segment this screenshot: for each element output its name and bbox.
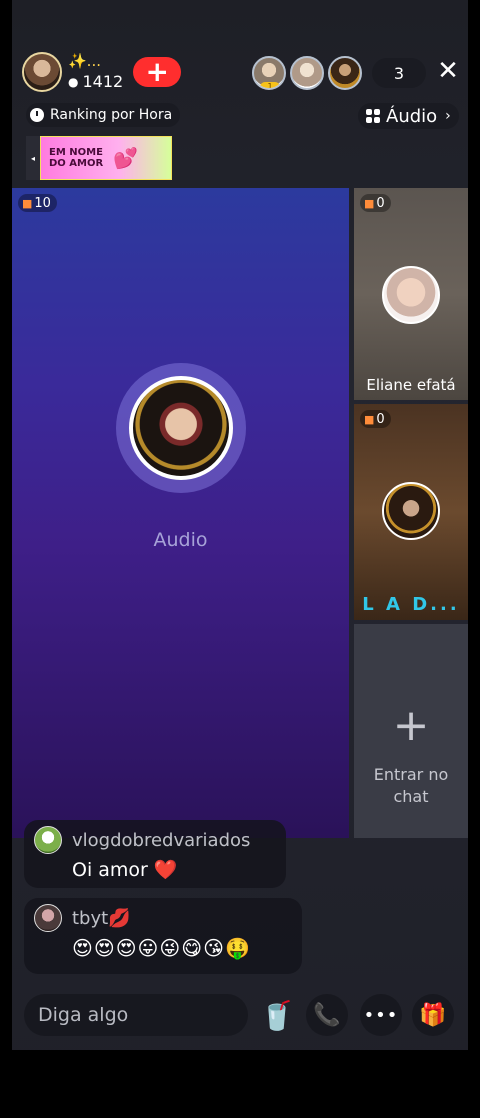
banner-collapse-icon[interactable]: ◂ — [26, 136, 40, 180]
main-stage[interactable]: ■ 10 Audio — [12, 188, 349, 838]
call-icon[interactable]: 📞 — [306, 994, 348, 1036]
gift-count: 0 — [376, 411, 385, 427]
chevron-right-icon: › — [445, 108, 451, 124]
join-chat-label: Entrar no chat — [373, 765, 449, 806]
guest-name: Eliane efatá — [366, 376, 456, 394]
host-name: ✨... — [68, 52, 101, 70]
chat-header: vlogdobredvariados — [34, 826, 274, 854]
chat-username[interactable]: tbyt💋 — [72, 908, 131, 929]
gift-count-badge: ■ 0 — [360, 410, 391, 428]
host-avatar[interactable] — [22, 52, 62, 92]
system-nav-area — [0, 1050, 480, 1118]
viewer-rank-badge: 1 — [260, 82, 280, 88]
host-info: ✨... ● 1412 — [68, 54, 123, 90]
audio-mode-label: Áudio — [386, 105, 438, 127]
chat-message[interactable]: tbyt💋 😍😍😍😛😜😋😘🤑 — [24, 898, 302, 974]
flame-icon: ● — [68, 75, 79, 89]
host-score-value: 1412 — [82, 72, 124, 91]
clock-icon — [30, 108, 44, 122]
close-button[interactable]: ✕ — [436, 56, 460, 86]
chat-message[interactable]: vlogdobredvariados Oi amor ❤️ — [24, 820, 286, 888]
viewer-avatar[interactable] — [328, 56, 362, 90]
viewer-list: 1 3 — [252, 56, 426, 90]
gift-icon[interactable]: 🎁 — [412, 994, 454, 1036]
guest-avatar[interactable] — [382, 482, 440, 540]
live-room: ✨... ● 1412 + 1 3 ✕ Ranking por Hora Áud… — [12, 0, 468, 1118]
event-banner[interactable]: ◂ EM NOME DO AMOR 💕 — [26, 136, 174, 180]
guest-avatar[interactable] — [382, 266, 440, 324]
ranking-button[interactable]: Ranking por Hora — [26, 103, 181, 127]
gift-count: 0 — [376, 195, 385, 211]
follow-button[interactable]: + — [133, 57, 182, 87]
gift-count: 10 — [34, 195, 51, 211]
chat-header: tbyt💋 — [34, 904, 290, 932]
host-score: ● 1412 — [68, 74, 123, 90]
stage-mode-label: Audio — [153, 529, 208, 551]
hearts-icon: 💕 — [113, 146, 138, 170]
chat-text: Oi amor ❤️ — [72, 859, 178, 881]
plus-icon: + — [392, 700, 430, 751]
ranking-label: Ranking por Hora — [50, 107, 173, 123]
viewer-avatar[interactable] — [290, 56, 324, 90]
viewer-avatar[interactable]: 1 — [252, 56, 286, 90]
viewer-count[interactable]: 3 — [372, 58, 426, 88]
grid-icon — [366, 109, 380, 123]
gift-icon: ■ — [22, 196, 33, 210]
chat-username[interactable]: vlogdobredvariados — [72, 830, 250, 851]
guest-slot[interactable]: ■ 0 L A D... — [354, 404, 468, 620]
main-avatar-ring[interactable] — [116, 363, 246, 493]
guest-name: L A D... — [362, 594, 460, 615]
gift-count-badge: ■ 10 — [18, 194, 57, 212]
promo-banner[interactable]: EM NOME DO AMOR 💕 — [40, 136, 172, 180]
drink-icon[interactable]: 🥤 — [256, 994, 298, 1036]
chat-avatar[interactable] — [34, 904, 62, 932]
gift-icon: ■ — [364, 412, 375, 426]
more-icon[interactable]: ••• — [360, 994, 402, 1036]
join-chat-slot[interactable]: + Entrar no chat — [354, 624, 468, 838]
gift-icon: ■ — [364, 196, 375, 210]
chat-input[interactable]: Diga algo — [24, 994, 248, 1036]
promo-text: EM NOME DO AMOR — [49, 146, 104, 170]
chat-text: 😍😍😍😛😜😋😘🤑 — [72, 936, 251, 960]
main-avatar[interactable] — [129, 376, 233, 480]
chat-avatar[interactable] — [34, 826, 62, 854]
audio-mode-button[interactable]: Áudio › — [358, 103, 459, 129]
guest-slot[interactable]: ■ 0 Eliane efatá — [354, 188, 468, 400]
host-pill[interactable]: ✨... ● 1412 + — [22, 52, 182, 92]
gift-count-badge: ■ 0 — [360, 194, 391, 212]
